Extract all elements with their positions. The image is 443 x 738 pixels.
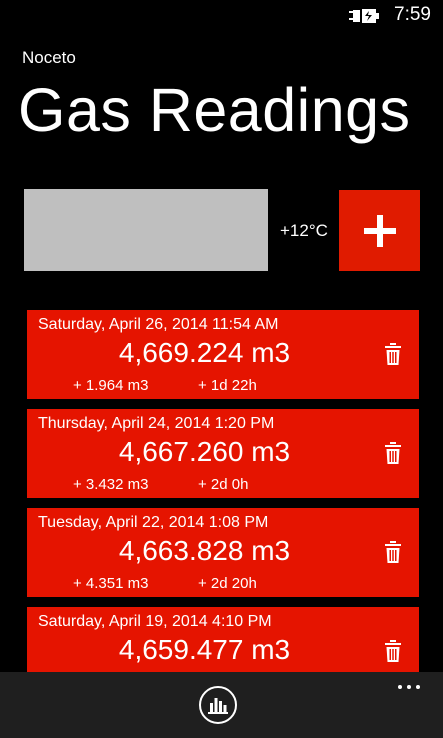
ellipsis-icon xyxy=(407,685,411,689)
readings-list[interactable]: Saturday, April 26, 2014 11:54 AM 4,669.… xyxy=(0,0,443,672)
reading-date: Saturday, April 26, 2014 11:54 AM xyxy=(38,316,279,333)
trash-icon[interactable] xyxy=(384,640,402,662)
reading-delta: + 3.432 m3 xyxy=(73,476,149,493)
reading-date: Thursday, April 24, 2014 1:20 PM xyxy=(38,415,275,432)
ellipsis-icon xyxy=(416,685,420,689)
reading-date: Tuesday, April 22, 2014 1:08 PM xyxy=(38,514,269,531)
reading-card[interactable]: Saturday, April 19, 2014 4:10 PM 4,659.4… xyxy=(27,607,419,672)
trash-icon[interactable] xyxy=(384,541,402,563)
statistics-button[interactable] xyxy=(199,686,237,724)
ellipsis-icon xyxy=(398,685,402,689)
bar-chart-icon xyxy=(208,698,228,714)
reading-value: 4,659.477 m3 xyxy=(118,634,291,665)
reading-date: Saturday, April 19, 2014 4:10 PM xyxy=(38,613,272,630)
reading-card[interactable]: Thursday, April 24, 2014 1:20 PM 4,667.2… xyxy=(27,409,419,498)
reading-elapsed: + 2d 20h xyxy=(198,575,257,592)
reading-delta: + 4.351 m3 xyxy=(73,575,149,592)
reading-card[interactable]: Tuesday, April 22, 2014 1:08 PM 4,663.82… xyxy=(27,508,419,597)
reading-value: 4,667.260 m3 xyxy=(118,436,291,467)
trash-icon[interactable] xyxy=(384,343,402,365)
reading-delta: + 1.964 m3 xyxy=(73,377,149,394)
reading-card[interactable]: Saturday, April 26, 2014 11:54 AM 4,669.… xyxy=(27,310,419,399)
reading-elapsed: + 2d 0h xyxy=(198,476,249,493)
trash-icon[interactable] xyxy=(384,442,402,464)
reading-elapsed: + 1d 22h xyxy=(198,377,257,394)
more-options-button[interactable] xyxy=(390,677,430,697)
reading-value: 4,663.828 m3 xyxy=(118,535,291,566)
app-bar xyxy=(0,672,443,738)
reading-value: 4,669.224 m3 xyxy=(118,337,291,368)
